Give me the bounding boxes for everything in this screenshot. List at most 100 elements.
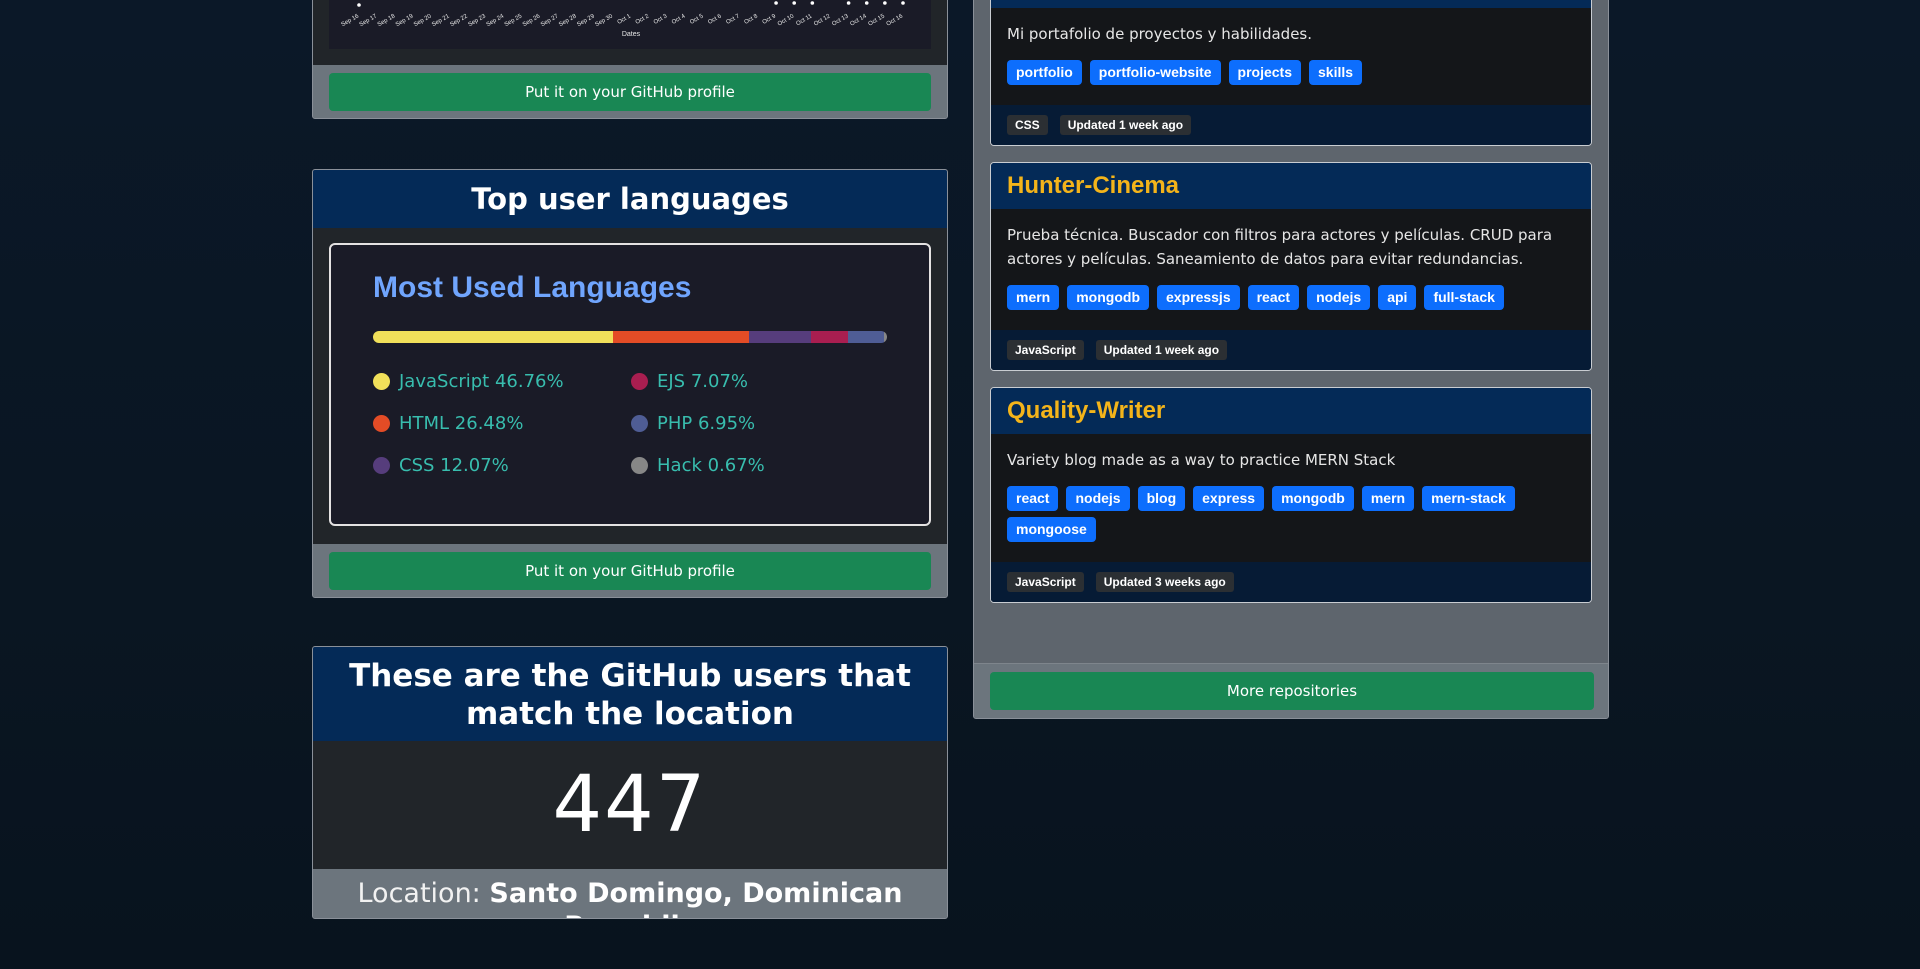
x-tick-label: Oct 1 [617,13,633,26]
language-segment [613,331,750,343]
activity-graph-body: Sep 16 Sep 17 Sep 18 Sep 19 Sep 20 Sep 21 Sep … [313,0,947,65]
repository-body: Mi portafolio de proyectos y habilidades… [991,8,1591,91]
x-tick-label: Sep 18 [377,13,397,28]
repository-description: Mi portafolio de proyectos y habilidades… [1007,25,1313,43]
more-repositories-button[interactable]: More repositories [990,672,1594,710]
repository-name[interactable]: portafolio [991,0,1591,8]
topic-badge[interactable]: mongodb [1272,486,1354,511]
language-label: HTML 26.48% [399,412,524,434]
x-tick-label: Oct 14 [849,13,868,27]
repository-card: Quality-Writer Variety blog made as a way… [990,387,1592,603]
x-tick-label: Oct 4 [671,13,687,26]
repository-card: portafolio Mi portafolio de proyectos y h… [990,0,1592,146]
x-tick-label: Sep 20 [413,13,433,28]
top-languages-card: Top user languages Most Used Languages J… [312,169,948,598]
language-color-dot [373,372,390,390]
language-legend-item: PHP 6.95% [631,413,889,434]
x-tick-label: Oct 10 [777,13,796,27]
activity-point [774,1,778,5]
repositories-list: portafolio Mi portafolio de proyectos y h… [974,0,1608,603]
topic-badge[interactable]: mongodb [1067,285,1149,310]
topic-badge[interactable]: mern [1007,285,1060,310]
language-segment [811,331,848,343]
topic-badge[interactable]: api [1378,285,1417,310]
language-color-dot [373,456,390,474]
location-footer: Location: Santo Domingo, Dominican Repub… [313,869,947,918]
repository-body: Variety blog made as a way to practice M… [991,434,1591,548]
x-tick-label: Oct 12 [813,13,832,27]
topic-badge[interactable]: mern-stack [1422,486,1515,511]
x-tick-label: Sep 25 [504,13,524,28]
topic-badge[interactable]: portfolio [1007,60,1082,85]
language-segment [883,331,887,343]
topic-badge[interactable]: portfolio-website [1089,60,1221,85]
top-languages-body: Most Used Languages JavaScript 46.76% EJS… [313,228,947,544]
language-badge: JavaScript [1007,340,1084,360]
topic-badge[interactable]: nodejs [1066,486,1130,511]
x-tick-label: Oct 3 [653,13,669,26]
languages-legend: JavaScript 46.76% EJS 7.07% HTML 26.48% PHP… [373,370,889,476]
x-tick-label: Sep 16 [341,13,361,28]
x-tick-label: Oct 6 [707,13,723,26]
activity-point [883,1,887,5]
language-badge: CSS [1007,115,1048,135]
x-tick-label: Oct 15 [868,13,887,27]
topic-badge[interactable]: mern [1361,486,1415,511]
topic-badge[interactable]: full-stack [1424,285,1504,310]
repository-name[interactable]: Hunter-Cinema [991,163,1591,209]
location-prefix: Location: [357,878,481,909]
x-tick-label: Sep 27 [540,13,560,28]
topic-badge[interactable]: express [1193,486,1265,511]
topic-badge[interactable]: mongoose [1007,517,1096,542]
users-location-card: These are the GitHub users that match th… [312,646,948,919]
language-color-dot [631,372,648,390]
repository-footer: JavaScript Updated 1 week ago [991,330,1591,370]
most-used-languages-box: Most Used Languages JavaScript 46.76% EJS… [329,243,931,526]
activity-point [810,1,815,5]
language-label: CSS 12.07% [399,454,509,476]
repositories-footer: More repositories [974,663,1608,718]
put-on-profile-button[interactable]: Put it on your GitHub profile [329,73,931,111]
x-tick-label: Oct 16 [886,13,905,27]
most-used-languages-title: Most Used Languages [373,271,692,304]
language-legend-item: Hack 0.67% [631,455,889,476]
language-color-dot [631,456,648,474]
x-tick-label: Sep 28 [558,13,578,28]
repository-name[interactable]: Quality-Writer [991,388,1591,434]
location-value: Santo Domingo, Dominican Republic [489,878,903,918]
repository-body: Prueba técnica. Buscador con filtros par… [991,209,1591,316]
x-tick-label: Sep 17 [359,13,379,28]
x-tick-label: Oct 5 [689,13,705,26]
repository-footer: CSS Updated 1 week ago [991,105,1591,145]
language-legend-item: EJS 7.07% [631,371,889,392]
topic-badge[interactable]: blog [1137,486,1186,511]
users-count: 447 [552,760,708,850]
repository-topics: mern mongodb expressjs react nodejs api full-s… [1007,285,1575,316]
x-tick-label: Sep 22 [449,13,469,28]
top-languages-title: Top user languages [313,170,947,228]
x-axis-label: Dates [622,31,641,38]
language-label: JavaScript 46.76% [399,370,564,392]
language-color-dot [373,414,390,432]
language-color-dot [631,414,648,432]
activity-graph-svg: Sep 16Sep 17Sep 18Sep 19Sep 20Sep 21Sep … [341,1,905,38]
activity-point [792,1,796,5]
activity-point [846,1,851,5]
topic-badge[interactable]: skills [1309,60,1363,85]
x-tick-label: Oct 13 [831,13,850,27]
topic-badge[interactable]: react [1247,285,1300,310]
language-segment [847,331,884,343]
languages-progress-bar [373,331,887,343]
topic-badge[interactable]: react [1007,486,1059,511]
topic-badge[interactable]: projects [1228,60,1302,85]
topic-badge[interactable]: nodejs [1307,285,1371,310]
repository-card: Hunter-Cinema Prueba técnica. Buscador co… [990,162,1592,371]
x-tick-label: Sep 21 [431,13,451,28]
topic-badge[interactable]: expressjs [1157,285,1240,310]
repository-footer: JavaScript Updated 3 weeks ago [991,562,1591,602]
x-tick-label: Sep 24 [486,13,506,28]
put-on-profile-button[interactable]: Put it on your GitHub profile [329,552,931,590]
users-count-body: 447 [313,741,947,869]
language-segment [749,331,812,343]
x-tick-label: Sep 23 [467,13,487,28]
